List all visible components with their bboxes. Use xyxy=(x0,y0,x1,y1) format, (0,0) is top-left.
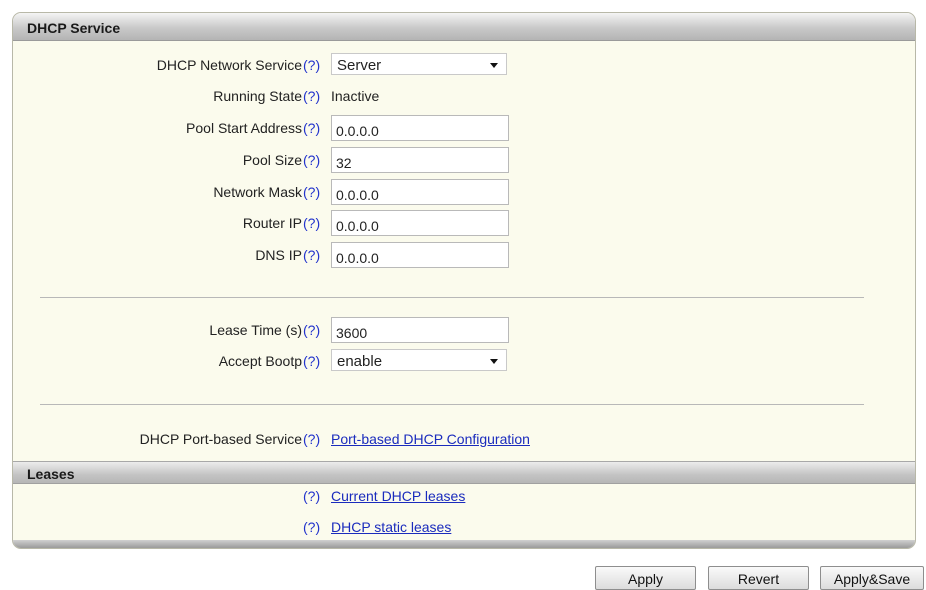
panel-title: DHCP Service xyxy=(27,20,121,36)
panel-footer xyxy=(13,540,915,548)
help-icon[interactable]: (?) xyxy=(303,88,320,104)
leases-title: Leases xyxy=(27,466,75,482)
help-icon[interactable]: (?) xyxy=(303,120,320,136)
network-service-value: Server xyxy=(337,57,382,74)
network-service-select[interactable]: Server xyxy=(331,53,507,75)
row-router-ip: Router IP (?) 0.0.0.0 xyxy=(13,210,915,236)
help-icon[interactable]: (?) xyxy=(303,519,320,535)
help-icon[interactable]: (?) xyxy=(303,247,320,263)
row-port-based: DHCP Port-based Service (?) Port-based D… xyxy=(13,426,915,452)
row-lease-time: Lease Time (s) (?) 3600 xyxy=(13,317,915,343)
pool-start-input[interactable]: 0.0.0.0 xyxy=(331,115,509,141)
pool-size-input[interactable]: 32 xyxy=(331,147,509,173)
help-icon[interactable]: (?) xyxy=(303,431,320,447)
row-static-leases: (?) DHCP static leases xyxy=(13,514,915,540)
help-icon[interactable]: (?) xyxy=(303,488,320,504)
lease-time-input[interactable]: 3600 xyxy=(331,317,509,343)
pool-start-label: Pool Start Address xyxy=(186,120,302,136)
network-mask-label: Network Mask xyxy=(213,184,302,200)
leases-header: Leases xyxy=(13,461,915,484)
apply-button[interactable]: Apply xyxy=(595,566,696,590)
divider xyxy=(40,404,864,405)
row-dns-ip: DNS IP (?) 0.0.0.0 xyxy=(13,242,915,268)
help-icon[interactable]: (?) xyxy=(303,322,320,338)
help-icon[interactable]: (?) xyxy=(303,353,320,369)
row-accept-bootp: Accept Bootp (?) enable xyxy=(13,348,915,374)
help-icon[interactable]: (?) xyxy=(303,184,320,200)
row-network-mask: Network Mask (?) 0.0.0.0 xyxy=(13,179,915,205)
accept-bootp-select[interactable]: enable xyxy=(331,349,507,371)
port-based-config-link[interactable]: Port-based DHCP Configuration xyxy=(331,431,530,447)
help-icon[interactable]: (?) xyxy=(303,152,320,168)
network-service-label: DHCP Network Service xyxy=(156,57,302,73)
running-state-label: Running State xyxy=(213,88,302,104)
pool-size-label: Pool Size xyxy=(242,152,302,168)
row-network-service: DHCP Network Service (?) Server xyxy=(13,52,915,78)
network-mask-input[interactable]: 0.0.0.0 xyxy=(331,179,509,205)
current-leases-link[interactable]: Current DHCP leases xyxy=(331,488,465,504)
chevron-down-icon xyxy=(490,63,498,68)
help-icon[interactable]: (?) xyxy=(303,215,320,231)
row-current-leases: (?) Current DHCP leases xyxy=(13,483,915,509)
lease-time-label: Lease Time (s) xyxy=(209,322,302,338)
dns-ip-label: DNS IP xyxy=(255,247,302,263)
chevron-down-icon xyxy=(490,359,498,364)
row-running-state: Running State (?) Inactive xyxy=(13,83,915,109)
running-state-value: Inactive xyxy=(331,88,380,104)
router-ip-label: Router IP xyxy=(242,215,302,231)
accept-bootp-label: Accept Bootp xyxy=(218,353,302,369)
panel-header: DHCP Service xyxy=(13,13,915,41)
row-pool-start: Pool Start Address (?) 0.0.0.0 xyxy=(13,115,915,141)
port-based-label: DHCP Port-based Service xyxy=(139,431,302,447)
apply-save-button[interactable]: Apply&Save xyxy=(820,566,924,590)
row-pool-size: Pool Size (?) 32 xyxy=(13,147,915,173)
static-leases-link[interactable]: DHCP static leases xyxy=(331,519,451,535)
router-ip-input[interactable]: 0.0.0.0 xyxy=(331,210,509,236)
dhcp-service-panel: DHCP Service DHCP Network Service (?) Se… xyxy=(12,12,916,549)
help-icon[interactable]: (?) xyxy=(303,57,320,73)
divider xyxy=(40,297,864,298)
revert-button[interactable]: Revert xyxy=(708,566,809,590)
dns-ip-input[interactable]: 0.0.0.0 xyxy=(331,242,509,268)
accept-bootp-value: enable xyxy=(337,353,383,370)
